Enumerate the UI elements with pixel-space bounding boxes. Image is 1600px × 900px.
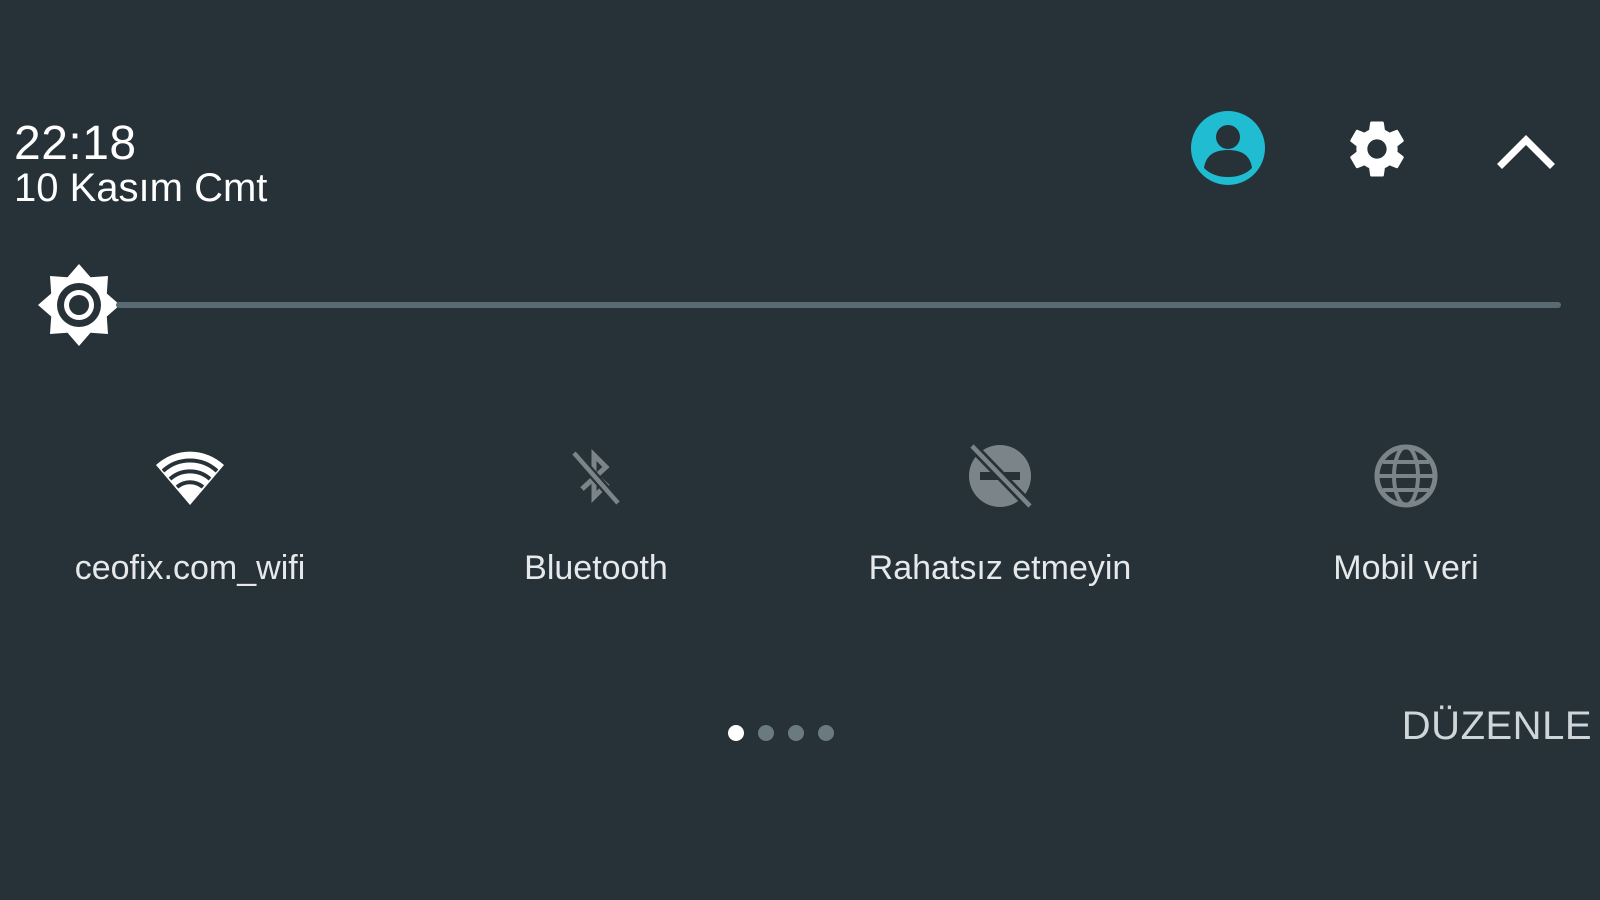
quick-settings-tiles: ceofix.com_wifi Bluetooth Rahatsız etmey… xyxy=(0,430,1600,620)
page-indicator xyxy=(728,723,848,743)
quick-settings-header: 22:18 10 Kasım Cmt xyxy=(0,0,1600,240)
user-account-button[interactable] xyxy=(1190,110,1266,186)
tile-wifi[interactable]: ceofix.com_wifi xyxy=(0,430,390,620)
brightness-slider[interactable] xyxy=(116,302,1561,308)
edit-button[interactable]: DÜZENLE xyxy=(1402,702,1592,750)
tile-do-not-disturb[interactable]: Rahatsız etmeyin xyxy=(800,430,1200,620)
chevron-up-icon xyxy=(1497,135,1555,169)
user-avatar-icon xyxy=(1191,111,1265,185)
settings-button[interactable] xyxy=(1342,114,1412,184)
tile-mobile-data[interactable]: Mobil veri xyxy=(1206,430,1600,620)
tile-bluetooth[interactable]: Bluetooth xyxy=(396,430,796,620)
tile-label: Rahatsız etmeyin xyxy=(868,549,1132,587)
do-not-disturb-off-icon xyxy=(960,436,1040,516)
bluetooth-off-icon xyxy=(556,436,636,516)
globe-icon xyxy=(1366,436,1446,516)
gear-icon xyxy=(1350,121,1404,177)
page-dot[interactable] xyxy=(818,725,834,741)
page-dot[interactable] xyxy=(758,725,774,741)
brightness-icon xyxy=(36,262,122,348)
tile-label: Mobil veri xyxy=(1333,549,1479,587)
brightness-control xyxy=(36,262,1561,348)
tile-label: Bluetooth xyxy=(524,549,668,587)
clock-time[interactable]: 22:18 xyxy=(14,118,137,170)
page-dot[interactable] xyxy=(728,725,744,741)
tile-label: ceofix.com_wifi xyxy=(74,549,306,587)
date-label[interactable]: 10 Kasım Cmt xyxy=(14,166,267,210)
page-dot[interactable] xyxy=(788,725,804,741)
collapse-button[interactable] xyxy=(1494,124,1558,176)
wifi-icon xyxy=(150,436,230,516)
